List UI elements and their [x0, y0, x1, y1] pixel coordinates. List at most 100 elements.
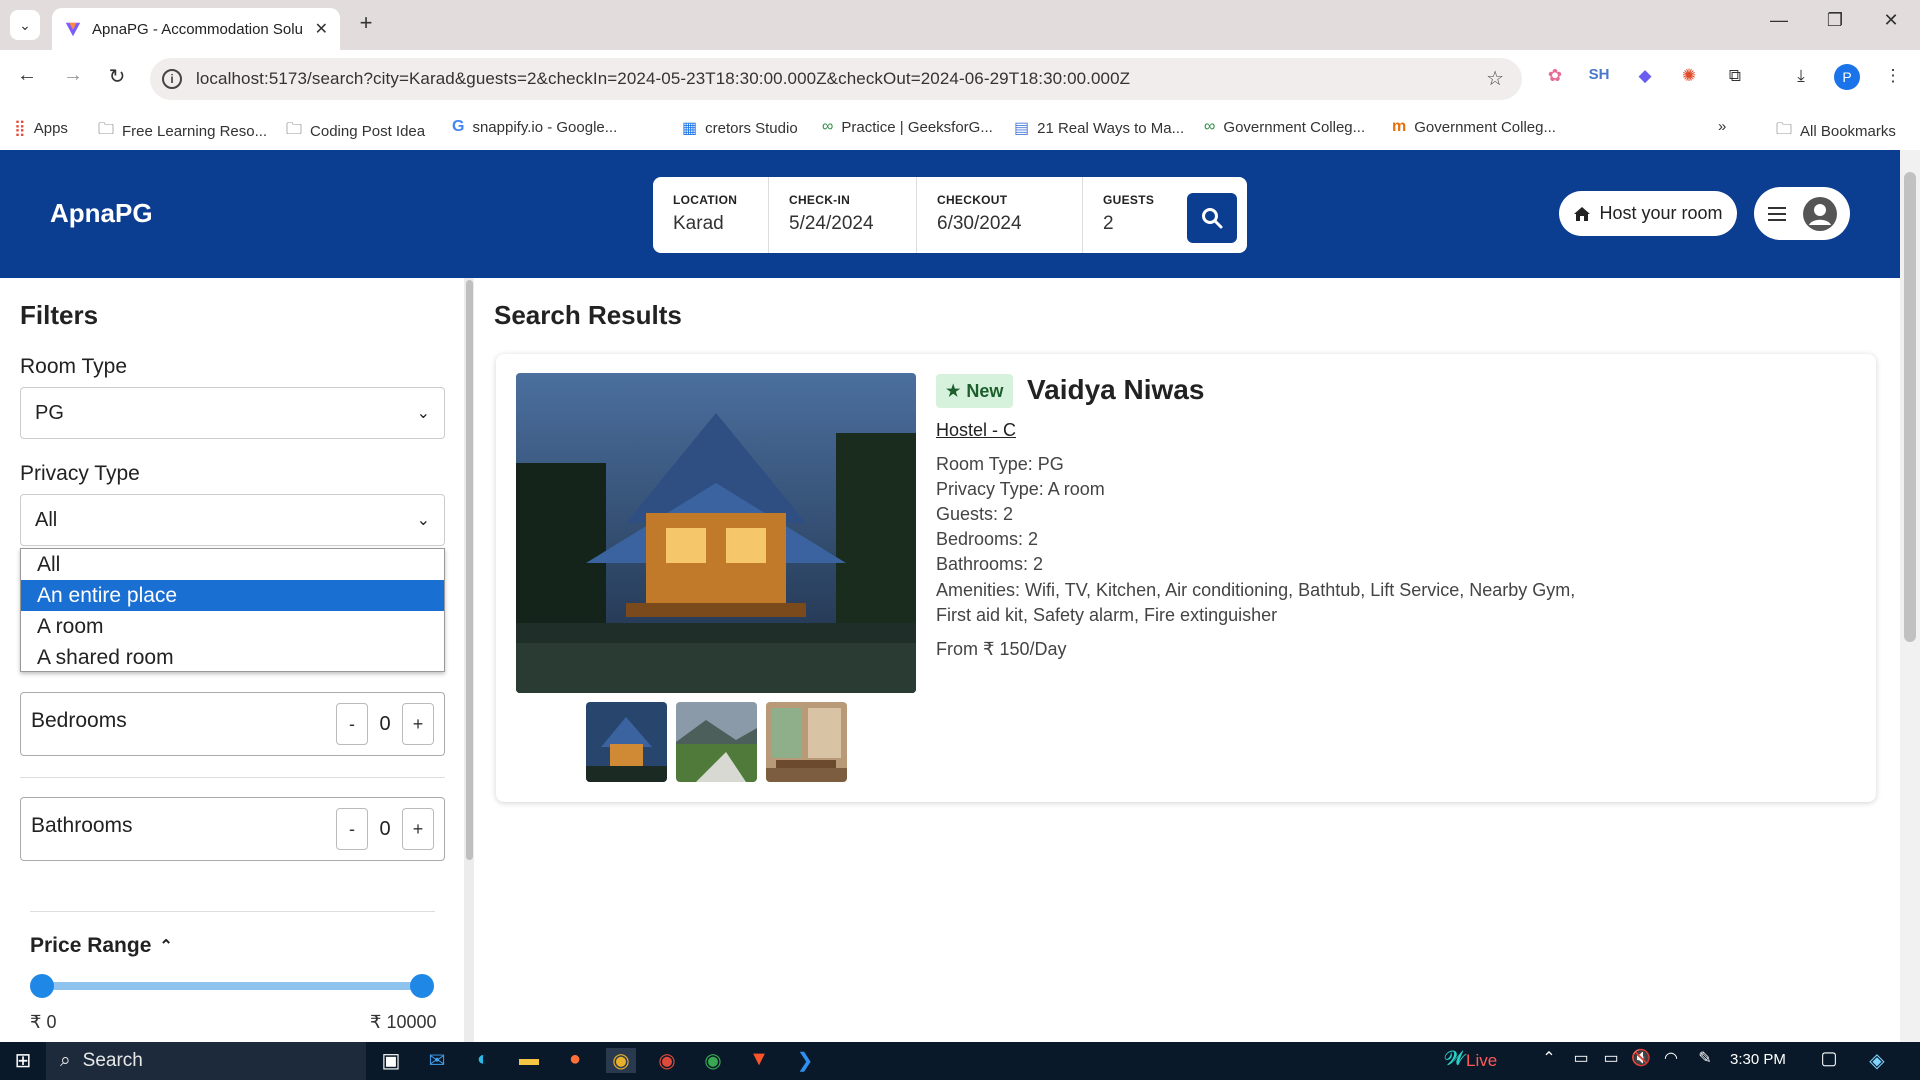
star-icon: ★	[946, 383, 961, 400]
bookmark-snappify[interactable]: Gsnappify.io - Google...	[452, 118, 617, 136]
extensions-puzzle-icon[interactable]: ⧉	[1722, 66, 1748, 86]
reload-icon[interactable]: ↻	[102, 64, 132, 89]
bookmark-geeksforgeeks[interactable]: ∞ Practice | GeeksforG...	[822, 118, 993, 136]
price-min-handle[interactable]	[30, 974, 54, 998]
bedrooms-decrement-button[interactable]: -	[336, 703, 368, 745]
browser-menu-icon[interactable]: ⋮	[1880, 66, 1906, 86]
extension-flower-icon[interactable]: ✿	[1542, 66, 1568, 86]
extension-sh-icon[interactable]: SH	[1586, 66, 1612, 83]
guests-field[interactable]: GUESTS 2	[1083, 177, 1183, 253]
checkout-value: 6/30/2024	[937, 213, 1022, 234]
listing-thumbnail-1[interactable]	[586, 702, 667, 782]
bedrooms-increment-button[interactable]: +	[402, 703, 434, 745]
price-max-handle[interactable]	[410, 974, 434, 998]
meet-icon[interactable]: ▭	[1566, 1048, 1596, 1068]
bookmark-government-college-1[interactable]: ∞ Government Colleg...	[1204, 118, 1365, 136]
divider	[30, 911, 435, 912]
privacy-option-all[interactable]: All	[21, 549, 444, 580]
show-hidden-icons[interactable]: ⌃	[1534, 1048, 1564, 1068]
price-range-track[interactable]	[42, 982, 422, 990]
bookmark-folder-free-learning[interactable]: 🗀 Free Learning Reso...	[98, 118, 267, 145]
volume-muted-icon[interactable]: 🔇	[1626, 1048, 1656, 1068]
bookmark-folder-coding-post[interactable]: 🗀 Coding Post Idea	[286, 118, 425, 145]
notifications-icon[interactable]: ▢	[1814, 1048, 1844, 1069]
thumbnail-landscape-image	[676, 702, 757, 782]
address-bar[interactable]: i localhost:5173/search?city=Karad&guest…	[150, 58, 1522, 100]
sidebar-scrollbar-thumb[interactable]	[466, 280, 473, 860]
privacy-type-select[interactable]: All ⌄	[20, 494, 445, 546]
room-type-select[interactable]: PG ⌄	[20, 387, 445, 439]
file-explorer-icon[interactable]: ▬	[514, 1048, 544, 1071]
edge-icon[interactable]: ◐	[468, 1048, 498, 1071]
listing-name[interactable]: Vaidya Niwas	[1027, 374, 1204, 406]
firefox-icon[interactable]: ●	[560, 1048, 590, 1071]
taskbar-search[interactable]: ⌕ Search	[46, 1042, 366, 1080]
bookmark-label: cretors Studio	[705, 119, 798, 137]
privacy-option-room[interactable]: A room	[21, 611, 444, 642]
privacy-type-value: All	[35, 508, 58, 531]
listing-subtitle-link[interactable]: Hostel - C	[936, 420, 1016, 441]
battery-icon[interactable]: ▭	[1596, 1048, 1626, 1068]
chrome-profile-icon[interactable]: ◉	[652, 1048, 682, 1073]
room-type-value: PG	[35, 401, 64, 424]
brave-icon[interactable]: ▼	[744, 1048, 774, 1071]
checkout-field[interactable]: CHECKOUT 6/30/2024	[917, 177, 1083, 253]
vscode-icon[interactable]: ❯	[790, 1048, 820, 1073]
minimize-icon[interactable]: —	[1764, 10, 1794, 31]
checkin-field[interactable]: CHECK-IN 5/24/2024	[769, 177, 917, 253]
bathrooms-increment-button[interactable]: +	[402, 808, 434, 850]
forward-icon[interactable]: →	[58, 64, 88, 87]
pen-icon[interactable]: ✎	[1690, 1048, 1720, 1068]
document-icon: ▤	[1014, 120, 1030, 137]
close-tab-icon[interactable]: ✕	[315, 19, 328, 39]
site-info-icon[interactable]: i	[162, 69, 182, 89]
tab-search-button[interactable]: ⌄	[10, 10, 40, 40]
privacy-option-entire-place[interactable]: An entire place	[21, 580, 444, 611]
price-range-toggle[interactable]: Price Range ⌃	[30, 934, 173, 958]
brand-logo[interactable]: ApnaPG	[50, 198, 153, 229]
page-scrollbar-thumb[interactable]	[1904, 172, 1916, 642]
host-your-room-button[interactable]: Host your room	[1559, 191, 1737, 236]
mail-icon[interactable]: ✉	[422, 1048, 452, 1073]
bathrooms-decrement-button[interactable]: -	[336, 808, 368, 850]
profile-avatar[interactable]: P	[1834, 64, 1860, 90]
search-results-title: Search Results	[494, 300, 682, 330]
bookmark-government-college-2[interactable]: m Government Colleg...	[1392, 118, 1556, 136]
copilot-icon[interactable]: ◈	[1862, 1048, 1892, 1073]
download-icon[interactable]: ⤓	[1788, 66, 1814, 86]
privacy-option-shared-room[interactable]: A shared room	[21, 642, 444, 673]
new-tab-button[interactable]: +	[352, 10, 380, 36]
restore-icon[interactable]: ❐	[1820, 10, 1850, 31]
bookmark-star-icon[interactable]: ☆	[1486, 66, 1504, 91]
user-menu-button[interactable]	[1754, 187, 1850, 240]
close-window-icon[interactable]: ✕	[1876, 10, 1906, 31]
bookmark-apps[interactable]: ⣿ Apps	[14, 118, 68, 138]
more-bookmarks-icon[interactable]: »	[1718, 118, 1726, 135]
chrome-alt-icon[interactable]: ◉	[698, 1048, 728, 1073]
browser-tab-active[interactable]: ApnaPG - Accommodation Solu ✕	[52, 8, 340, 50]
back-icon[interactable]: ←	[12, 64, 42, 87]
bookmark-all[interactable]: 🗀 All Bookmarks	[1776, 118, 1896, 145]
badge-label: New	[966, 380, 1004, 401]
chevron-down-icon: ⌄	[19, 16, 31, 33]
extension-color-icon[interactable]: ✺	[1676, 66, 1702, 86]
search-button[interactable]	[1187, 193, 1237, 243]
bookmark-21-real-ways[interactable]: ▤ 21 Real Ways to Ma...	[1014, 118, 1184, 138]
listing-thumbnail-3[interactable]	[766, 702, 847, 782]
windows-start-icon[interactable]: ⊞	[8, 1048, 38, 1073]
extension-drop-icon[interactable]: ◆	[1632, 66, 1658, 86]
thumbnail-interior-image	[766, 702, 847, 782]
wifi-icon[interactable]: ◠	[1656, 1048, 1686, 1068]
bookmark-label: Government Colleg...	[1414, 118, 1556, 136]
folder-icon: 🗀	[98, 121, 115, 138]
checkout-label: CHECKOUT	[937, 193, 1008, 207]
location-field[interactable]: LOCATION Karad	[653, 177, 769, 253]
listing-main-photo[interactable]	[516, 373, 916, 693]
clock-time[interactable]: 3:30 PM	[1730, 1051, 1786, 1068]
chrome-icon[interactable]: ◉	[606, 1048, 636, 1073]
listing-bedrooms: Bedrooms: 2	[936, 529, 1039, 549]
listing-thumbnail-2[interactable]	[676, 702, 757, 782]
folder-icon: 🗀	[1776, 121, 1793, 138]
bookmark-cretors-studio[interactable]: ▦ cretors Studio	[682, 118, 798, 138]
task-view-icon[interactable]: ▣	[376, 1048, 406, 1073]
